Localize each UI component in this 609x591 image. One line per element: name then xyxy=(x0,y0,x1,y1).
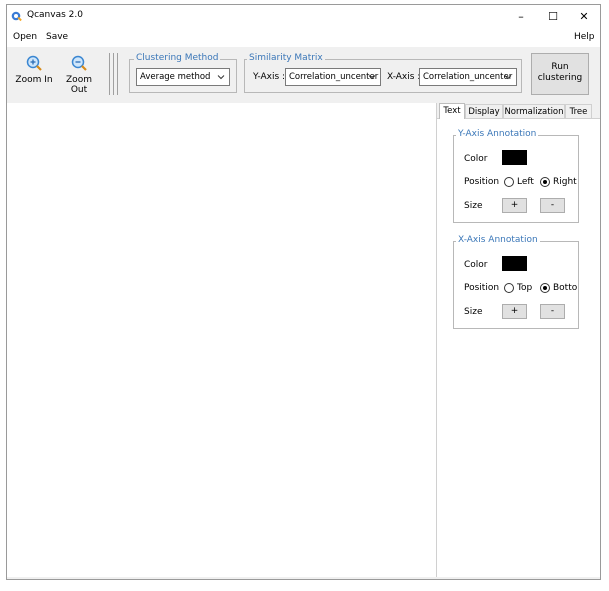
heatmap-canvas[interactable] xyxy=(7,103,437,577)
zoom-out-label: Zoom Out xyxy=(66,75,92,95)
x-axis-annotation-legend: X-Axis Annotation xyxy=(456,235,540,245)
y-size-increase-button[interactable]: + xyxy=(502,198,527,213)
x-position-label: Position xyxy=(464,283,500,293)
minimize-button[interactable]: – xyxy=(505,5,537,27)
y-size-label: Size xyxy=(464,201,483,211)
similarity-matrix-group: Similarity Matrix Y-Axis : Correlation_u… xyxy=(244,53,522,93)
x-axis-annotation-group: X-Axis Annotation Color Position Top Bot… xyxy=(453,235,579,329)
x-axis-label: X-Axis : xyxy=(387,72,421,82)
y-axis-annotation-legend: Y-Axis Annotation xyxy=(456,129,539,139)
x-color-label: Color xyxy=(464,260,488,270)
run-clustering-label-line2: clustering xyxy=(537,73,583,83)
chevron-down-icon xyxy=(215,71,227,83)
menu-bar: Open Save Help xyxy=(7,27,600,47)
x-position-top-label: Top xyxy=(517,283,533,293)
maximize-button[interactable]: ☐ xyxy=(537,5,569,27)
menu-open[interactable]: Open xyxy=(13,32,37,42)
y-position-left-label: Left xyxy=(517,177,534,187)
menu-save[interactable]: Save xyxy=(46,32,68,42)
text-tab-body: Y-Axis Annotation Color Position Left Ri… xyxy=(437,118,600,577)
maximize-icon: ☐ xyxy=(548,9,558,23)
tab-text[interactable]: Text xyxy=(439,103,465,119)
y-axis-label: Y-Axis : xyxy=(253,72,286,82)
chevron-down-icon xyxy=(366,71,378,83)
zoom-out-button[interactable]: Zoom Out xyxy=(57,55,101,95)
tab-tree[interactable]: Tree xyxy=(565,104,592,118)
y-position-label: Position xyxy=(464,177,500,187)
y-size-decrease-button[interactable]: - xyxy=(540,198,565,213)
y-color-swatch[interactable] xyxy=(502,150,527,165)
title-bar: Qcanvas 2.0 – ☐ ✕ xyxy=(7,5,600,27)
settings-panel: Text Display Normalization Tree Y-Axis A… xyxy=(437,103,600,579)
minimize-icon: – xyxy=(518,9,524,23)
run-clustering-label-line1: Run xyxy=(551,62,569,72)
clustering-method-value: Average method xyxy=(140,72,211,82)
x-size-decrease-button[interactable]: - xyxy=(540,304,565,319)
zoom-in-icon xyxy=(15,55,53,73)
tab-normalization[interactable]: Normalization xyxy=(503,104,565,118)
y-axis-similarity-select[interactable]: Correlation_uncenter xyxy=(285,68,381,86)
toolbar: Zoom In Zoom Out Clustering Method Avera… xyxy=(7,47,600,103)
x-axis-similarity-select[interactable]: Correlation_uncenter xyxy=(419,68,517,86)
run-clustering-button[interactable]: Run clustering xyxy=(531,53,589,95)
app-window: Qcanvas 2.0 – ☐ ✕ Open Save Help Zoom In… xyxy=(6,4,601,580)
toolbar-separator xyxy=(117,53,118,95)
clustering-method-group: Clustering Method Average method xyxy=(129,53,237,93)
similarity-matrix-legend: Similarity Matrix xyxy=(247,53,325,63)
x-position-top-radio[interactable] xyxy=(504,283,514,293)
x-axis-similarity-value: Correlation_uncenter xyxy=(423,72,513,82)
x-position-bottom-radio[interactable] xyxy=(540,283,550,293)
y-position-left-radio[interactable] xyxy=(504,177,514,187)
settings-tabs: Text Display Normalization Tree xyxy=(437,103,600,119)
zoom-in-button[interactable]: Zoom In xyxy=(15,55,53,95)
y-axis-annotation-group: Y-Axis Annotation Color Position Left Ri… xyxy=(453,129,579,223)
qcanvas-logo-icon xyxy=(11,11,22,22)
y-color-label: Color xyxy=(464,154,488,164)
window-title: Qcanvas 2.0 xyxy=(27,10,83,20)
y-position-right-radio[interactable] xyxy=(540,177,550,187)
chevron-down-icon xyxy=(502,71,514,83)
close-icon: ✕ xyxy=(579,9,589,23)
close-button[interactable]: ✕ xyxy=(568,5,600,27)
x-size-label: Size xyxy=(464,307,483,317)
y-position-right-label: Right xyxy=(553,177,577,187)
x-position-bottom-label: Bottoı xyxy=(553,283,577,293)
x-color-swatch[interactable] xyxy=(502,256,527,271)
clustering-method-select[interactable]: Average method xyxy=(136,68,230,86)
zoom-in-label: Zoom In xyxy=(15,75,53,85)
toolbar-separator xyxy=(109,53,110,95)
tab-display[interactable]: Display xyxy=(465,104,503,118)
y-axis-similarity-value: Correlation_uncenter xyxy=(289,72,379,82)
menu-help[interactable]: Help xyxy=(574,32,595,42)
zoom-out-icon xyxy=(57,55,101,73)
clustering-method-legend: Clustering Method xyxy=(134,53,221,63)
x-size-increase-button[interactable]: + xyxy=(502,304,527,319)
toolbar-separator xyxy=(113,53,114,95)
